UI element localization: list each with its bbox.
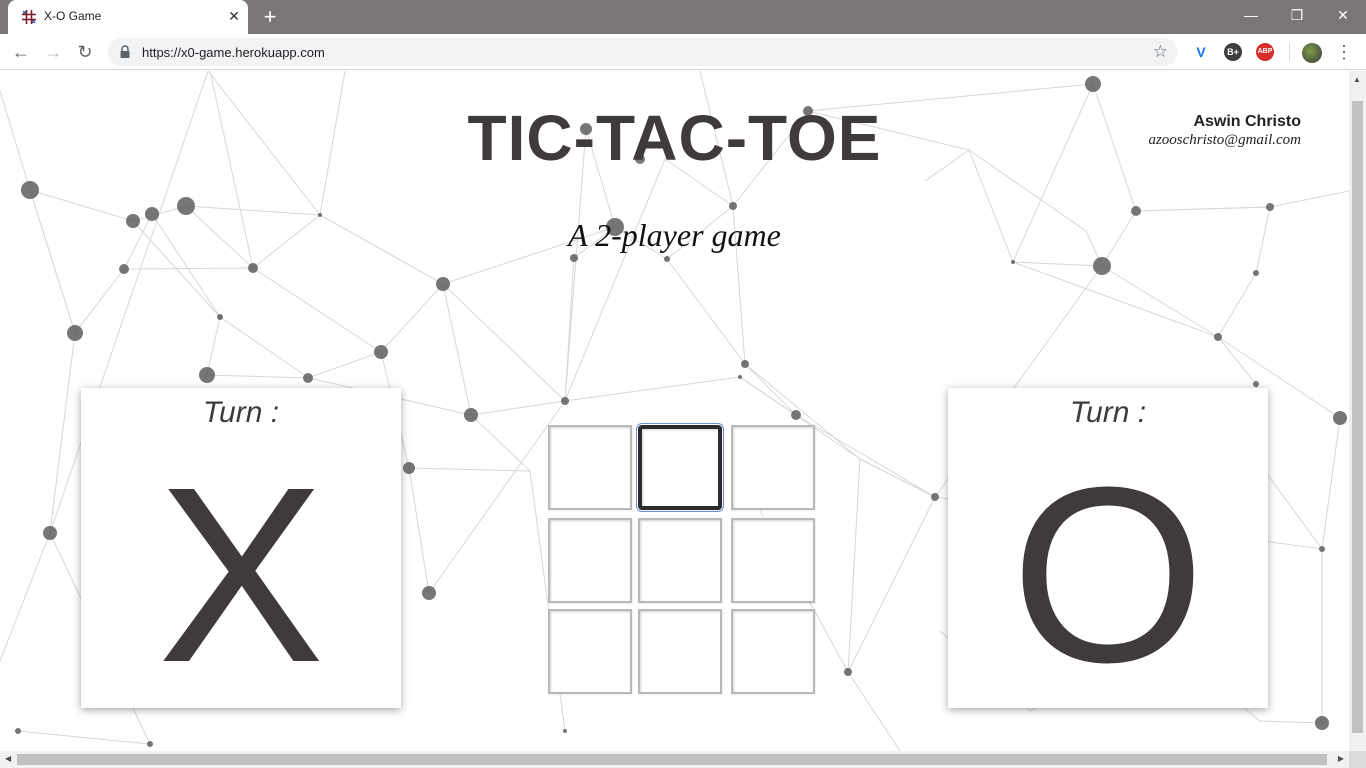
page-subtitle: A 2-player game — [568, 217, 781, 253]
board-cell-6[interactable] — [731, 518, 815, 603]
page-title: TIC-TAC-TOE — [467, 102, 882, 174]
board-cell-1[interactable] — [548, 425, 632, 510]
player-x-turn-label: Turn : — [202, 396, 280, 429]
reload-icon[interactable]: ↻ — [73, 40, 97, 64]
player-x-mark: X — [157, 435, 325, 714]
forward-arrow-icon[interactable]: → — [41, 40, 65, 64]
browser-tab[interactable]: X-O Game ✕ — [8, 0, 248, 34]
player-o-turn-card: Turn : O — [948, 388, 1268, 708]
board-cell-4[interactable] — [548, 518, 632, 603]
scroll-left-arrow-icon[interactable]: ◀ — [5, 754, 11, 763]
vertical-scroll-thumb[interactable] — [1352, 101, 1363, 733]
window-close-icon[interactable]: ✕ — [1320, 0, 1366, 30]
scroll-up-arrow-icon[interactable]: ▲ — [1353, 75, 1361, 84]
window-restore-icon[interactable]: ❐ — [1274, 0, 1320, 30]
scroll-right-arrow-icon[interactable]: ▶ — [1338, 754, 1344, 763]
new-tab-icon[interactable]: + — [258, 5, 282, 29]
menu-dots-icon[interactable]: ⋮ — [1335, 40, 1353, 64]
profile-avatar[interactable] — [1302, 43, 1322, 63]
tab-close-icon[interactable]: ✕ — [226, 8, 242, 24]
lock-icon — [120, 45, 130, 58]
board-cell-7[interactable] — [548, 609, 632, 694]
author-email: azooschristo@gmail.com — [1148, 132, 1301, 148]
page-viewport: TIC-TAC-TOE A 2-player game Aswin Christ… — [0, 71, 1349, 751]
game-board — [548, 423, 816, 695]
address-bar[interactable]: https://x0-game.herokuapp.com ☆ — [108, 38, 1178, 66]
horizontal-scroll-thumb[interactable] — [17, 754, 1327, 765]
player-x-turn-card: Turn : X — [81, 388, 401, 708]
board-cell-8[interactable] — [638, 609, 722, 694]
v-extension-icon[interactable]: V — [1192, 43, 1210, 61]
tab-strip: X-O Game ✕ + — ❐ ✕ — [0, 0, 1366, 34]
grid-favicon-icon — [22, 10, 36, 24]
tab-title: X-O Game — [44, 9, 102, 23]
author-info: Aswin Christo azooschristo@gmail.com — [1148, 113, 1301, 149]
board-cell-9[interactable] — [731, 609, 815, 694]
horizontal-scrollbar[interactable]: ◀ ▶ — [0, 751, 1349, 768]
bookmark-star-icon[interactable]: ☆ — [1153, 42, 1168, 62]
player-o-mark: O — [1010, 435, 1206, 714]
b-plus-extension-icon[interactable]: B+ — [1224, 43, 1242, 61]
window-minimize-icon[interactable]: — — [1228, 0, 1274, 30]
vertical-scrollbar[interactable]: ▲ — [1349, 71, 1366, 751]
author-name: Aswin Christo — [1193, 113, 1301, 130]
board-cell-3[interactable] — [731, 425, 815, 510]
adblock-plus-icon[interactable]: ABP — [1256, 43, 1274, 61]
board-cell-2[interactable] — [636, 423, 724, 512]
back-arrow-icon[interactable]: ← — [9, 40, 33, 64]
player-o-turn-label: Turn : — [1069, 396, 1147, 429]
toolbar-separator — [1289, 43, 1290, 61]
board-cell-5[interactable] — [638, 518, 722, 603]
url-text: https://x0-game.herokuapp.com — [142, 45, 325, 60]
browser-toolbar: ← → ↻ https://x0-game.herokuapp.com ☆ — [0, 34, 1366, 70]
scrollbar-corner — [1349, 751, 1366, 768]
